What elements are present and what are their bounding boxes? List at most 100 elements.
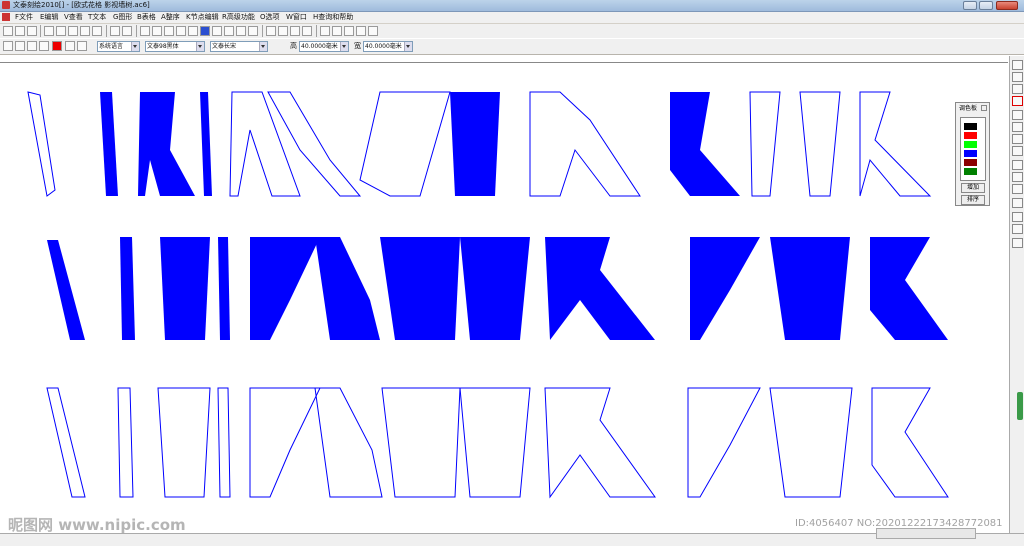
justify-icon[interactable] bbox=[368, 26, 378, 36]
menu-view[interactable]: V查看 bbox=[64, 12, 83, 23]
menu-window[interactable]: W窗口 bbox=[286, 12, 307, 23]
format-toolbar: 系统语言 文泰98黑体 文泰长宋 高 40.0000毫米 宽 40.0000毫米 bbox=[0, 39, 1024, 55]
color-swatch-darkgreen[interactable] bbox=[964, 168, 977, 175]
cut-icon[interactable] bbox=[44, 26, 54, 36]
menu-file[interactable]: F文件 bbox=[15, 12, 33, 23]
color-fill-icon[interactable] bbox=[52, 41, 62, 51]
copy-icon[interactable] bbox=[56, 26, 66, 36]
save-icon[interactable] bbox=[27, 26, 37, 36]
menu-arrange[interactable]: A整序 bbox=[161, 12, 180, 23]
toolbar-separator bbox=[262, 25, 263, 37]
menu-table[interactable]: B表格 bbox=[137, 12, 156, 23]
zoom-out-icon[interactable] bbox=[3, 41, 13, 51]
scan-icon[interactable] bbox=[188, 26, 198, 36]
effect-icon[interactable] bbox=[1012, 184, 1023, 194]
paste-icon[interactable] bbox=[68, 26, 78, 36]
color-swatch-blue[interactable] bbox=[964, 150, 977, 157]
lightbulb-icon[interactable] bbox=[236, 26, 246, 36]
cut-output-icon[interactable] bbox=[212, 26, 222, 36]
node-edit-icon[interactable] bbox=[1012, 72, 1023, 82]
pen-icon[interactable] bbox=[1012, 122, 1023, 132]
font-style-select[interactable]: 文泰长宋 bbox=[210, 41, 268, 52]
standard-toolbar bbox=[0, 24, 1024, 38]
redo-icon[interactable] bbox=[122, 26, 132, 36]
add-color-button[interactable]: 增加 bbox=[961, 183, 985, 193]
shape-icon[interactable] bbox=[1012, 134, 1023, 144]
scrollbar-thumb[interactable] bbox=[1017, 392, 1023, 420]
open-icon[interactable] bbox=[15, 26, 25, 36]
tool-icon[interactable] bbox=[224, 26, 234, 36]
clipboard-icon[interactable] bbox=[1012, 212, 1023, 222]
close-button[interactable] bbox=[996, 1, 1018, 10]
export-icon[interactable] bbox=[164, 26, 174, 36]
title-bar: 文泰刻绘2010[] - [欧式花格 影视墙树.ac6] bbox=[0, 0, 1024, 12]
color-swatch-darkred[interactable] bbox=[964, 159, 977, 166]
text-left-icon[interactable] bbox=[332, 26, 342, 36]
menu-node-edit[interactable]: K节点编辑 bbox=[186, 12, 219, 23]
fill-icon[interactable] bbox=[1012, 110, 1023, 120]
close-icon[interactable] bbox=[981, 105, 987, 111]
document-icon bbox=[2, 13, 10, 21]
font-name-select[interactable]: 文泰98黑体 bbox=[145, 41, 205, 52]
stamp-icon[interactable] bbox=[1012, 224, 1023, 234]
undo-icon[interactable] bbox=[110, 26, 120, 36]
horizontal-ruler bbox=[0, 55, 1008, 63]
color-swatch-red[interactable] bbox=[964, 132, 977, 139]
width-input[interactable]: 40.0000毫米 bbox=[363, 41, 413, 52]
height-label: 高 bbox=[290, 42, 297, 50]
ime-toolbar[interactable] bbox=[876, 528, 976, 539]
menu-advanced[interactable]: R高级功能 bbox=[222, 12, 255, 23]
distribute-icon[interactable] bbox=[320, 26, 330, 36]
select-arrow-icon[interactable] bbox=[1012, 60, 1023, 70]
chevron-down-icon bbox=[259, 42, 267, 51]
magnify-icon[interactable] bbox=[65, 41, 75, 51]
rectangle-icon[interactable] bbox=[1012, 96, 1023, 106]
plot-icon[interactable] bbox=[200, 26, 210, 36]
menu-options[interactable]: O选项 bbox=[260, 12, 280, 23]
import-icon[interactable] bbox=[152, 26, 162, 36]
chevron-down-icon bbox=[340, 42, 348, 51]
zoom-in-icon[interactable] bbox=[15, 41, 25, 51]
table-icon[interactable] bbox=[1012, 146, 1023, 156]
menu-edit[interactable]: E编辑 bbox=[40, 12, 58, 23]
minimize-button[interactable] bbox=[963, 1, 977, 10]
search-icon[interactable] bbox=[77, 41, 87, 51]
text-tool-icon[interactable] bbox=[1012, 84, 1023, 94]
menu-help[interactable]: H查询和帮助 bbox=[313, 12, 353, 23]
new-icon[interactable] bbox=[3, 26, 13, 36]
color-swatch-green[interactable] bbox=[964, 141, 977, 148]
blend-icon[interactable] bbox=[1012, 172, 1023, 182]
pan-icon[interactable] bbox=[39, 41, 49, 51]
delete-icon[interactable] bbox=[92, 26, 102, 36]
toolbar-separator bbox=[136, 25, 137, 37]
toolbar-separator bbox=[316, 25, 317, 37]
sort-color-button[interactable]: 排序 bbox=[961, 195, 985, 205]
help-icon[interactable] bbox=[248, 26, 258, 36]
color-icon[interactable] bbox=[1012, 160, 1023, 170]
zoom-select-icon[interactable] bbox=[27, 41, 37, 51]
preview-icon[interactable] bbox=[176, 26, 186, 36]
align-left-icon[interactable] bbox=[266, 26, 276, 36]
clone-icon[interactable] bbox=[80, 26, 90, 36]
tree-row-filled-top bbox=[100, 92, 740, 196]
align-right-icon[interactable] bbox=[302, 26, 312, 36]
artwork bbox=[27, 91, 949, 499]
menu-graphics[interactable]: G图形 bbox=[113, 12, 132, 23]
page-icon[interactable] bbox=[140, 26, 150, 36]
text-center-icon[interactable] bbox=[344, 26, 354, 36]
layer-icon[interactable] bbox=[1012, 198, 1023, 208]
maximize-button[interactable] bbox=[979, 1, 993, 10]
color-swatch-black[interactable] bbox=[964, 123, 977, 130]
height-input[interactable]: 40.0000毫米 bbox=[299, 41, 349, 52]
align-center-icon[interactable] bbox=[290, 26, 300, 36]
image-icon[interactable] bbox=[1012, 238, 1023, 248]
drawing-canvas[interactable] bbox=[0, 63, 1008, 533]
menu-text[interactable]: T文本 bbox=[88, 12, 106, 23]
tree-row-outline-bottom bbox=[46, 387, 949, 499]
palette-title: 调色板 bbox=[959, 105, 978, 112]
window-title: 文泰刻绘2010[] - [欧式花格 影视墙树.ac6] bbox=[13, 1, 150, 9]
width-label: 宽 bbox=[354, 42, 361, 50]
language-select[interactable]: 系统语言 bbox=[97, 41, 140, 52]
align-top-icon[interactable] bbox=[278, 26, 288, 36]
text-right-icon[interactable] bbox=[356, 26, 366, 36]
